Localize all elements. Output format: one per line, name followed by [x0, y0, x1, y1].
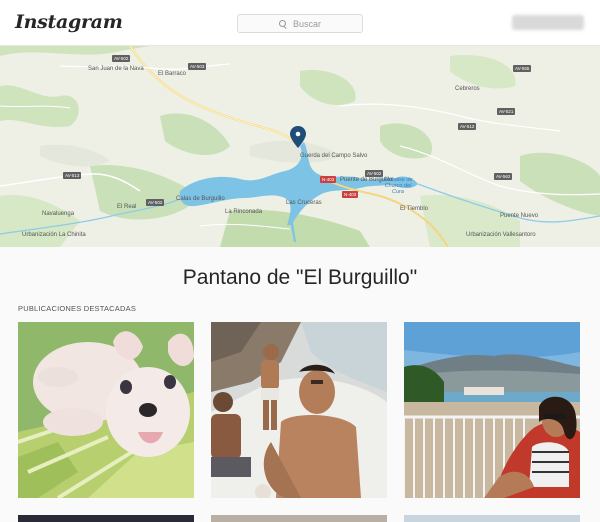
location-title: Pantano de "El Burguillo"	[182, 266, 418, 289]
map-label: Navaluenga	[42, 211, 75, 217]
map-label: San Juan de la Nava	[88, 66, 144, 72]
post-thumbnail[interactable]	[211, 322, 387, 498]
road-sign: AV-555	[513, 65, 532, 72]
road-sign: N-403	[320, 176, 337, 183]
post-thumbnail[interactable]	[211, 515, 387, 522]
map-label: Guerda del Campo Salvo	[300, 153, 368, 159]
post-thumbnail[interactable]	[18, 515, 194, 522]
map-water-label: Embalse de Charco del Cura	[383, 177, 413, 196]
location-map[interactable]: San Juan de la Nava El Barraco Cebreros …	[0, 46, 600, 247]
road-sign: AV-502	[365, 170, 384, 177]
map-label: Urbanización La Chinita	[22, 232, 86, 238]
puppy-photo	[18, 322, 194, 498]
map-label: Las Cruceras	[286, 200, 322, 206]
map-label: Urbanización Vallesantoro	[466, 232, 536, 238]
balcony-photo	[404, 322, 580, 498]
user-profile-link[interactable]: ████ ██ ████	[512, 15, 584, 30]
search-placeholder: Buscar	[292, 18, 321, 29]
map-label: Cebreros	[455, 86, 480, 92]
search-box[interactable]: Buscar	[237, 14, 363, 33]
map-label: La Rinconada	[225, 209, 263, 215]
map-label: Puente Nuevo	[500, 213, 539, 219]
road-sign: AV-503	[188, 63, 207, 70]
beach-selfie-photo	[211, 322, 387, 498]
instagram-logo[interactable]: Instagram	[15, 11, 123, 33]
road-sign: N-403	[342, 191, 359, 198]
road-sign: AV-502	[112, 55, 131, 62]
map-label: El Barraco	[158, 71, 187, 77]
road-sign: AV-502	[146, 199, 165, 206]
featured-posts-heading: PUBLICACIONES DESTACADAS	[18, 304, 137, 313]
map-label: El Tiemblo	[400, 206, 429, 212]
road-sign: AV-512	[458, 123, 477, 130]
top-navigation-bar: Instagram Buscar ████ ██ ████	[0, 0, 600, 46]
post-thumbnail[interactable]	[18, 322, 194, 498]
road-sign: AV-562	[494, 173, 513, 180]
map-label: El Real	[117, 204, 137, 210]
post-thumbnail[interactable]	[404, 322, 580, 498]
map-label: Calas de Burguillo	[176, 196, 225, 202]
road-sign: AV-521	[497, 108, 516, 115]
search-icon	[278, 19, 287, 28]
post-thumbnail[interactable]	[404, 515, 580, 522]
road-sign: AV-513	[63, 172, 82, 179]
